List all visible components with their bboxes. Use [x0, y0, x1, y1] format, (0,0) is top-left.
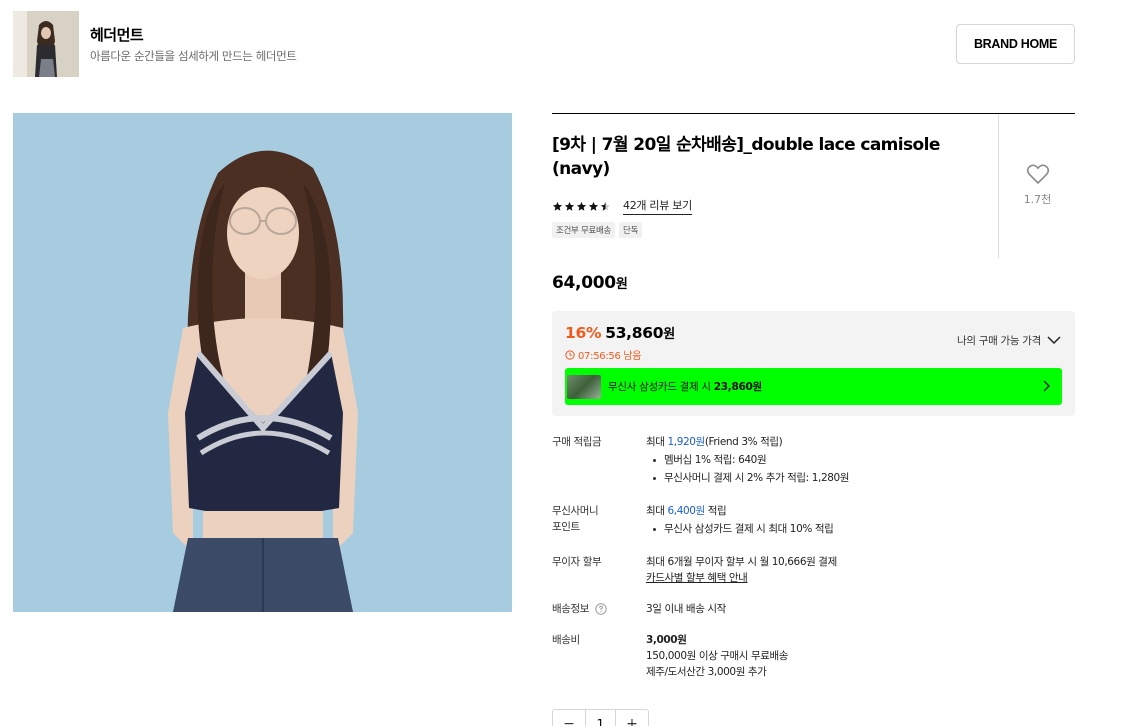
- star-icon: [564, 201, 575, 211]
- money-suffix: 적립: [707, 505, 727, 517]
- installment-link[interactable]: 카드사별 할부 혜택 안내: [646, 570, 837, 586]
- chevron-right-icon: [1043, 380, 1050, 392]
- shipping-fee-extra: 제주/도서산간 3,000원 추가: [646, 666, 767, 678]
- rating-row: 42개 리뷰 보기: [552, 197, 692, 215]
- money-label-line1: 무신사머니: [552, 505, 599, 517]
- star-icon: [588, 201, 599, 211]
- product-tags: 조건부 무료배송 단독: [552, 222, 643, 238]
- shipping-fee-amount: 3,000원: [646, 634, 687, 646]
- quantity-plus-button[interactable]: +: [616, 710, 648, 726]
- points-bullet: 멤버십 1% 적립: 640원: [646, 452, 849, 468]
- shipping-label: 배송정보: [552, 601, 607, 617]
- installment-label: 무이자 할부: [552, 556, 602, 568]
- product-image[interactable]: [13, 113, 512, 612]
- card-banner-text: 무신사 삼성카드 결제 시 23,860원: [608, 379, 762, 394]
- quantity-stepper: − 1 +: [552, 709, 649, 726]
- shipping-fee-label: 배송비: [552, 634, 580, 646]
- points-prefix: 최대: [646, 436, 665, 448]
- like-count: 1.7천: [1023, 193, 1052, 206]
- card-banner-label: 무신사 삼성카드 결제 시: [608, 381, 711, 393]
- sale-price-box: 16% 53,860원 07:56:56 남음 나의 구매 가능 가격 무신사 삼…: [552, 311, 1075, 416]
- like-button[interactable]: 1.7천: [1010, 163, 1065, 207]
- star-half-icon: [600, 201, 611, 211]
- original-price: 64,000원: [552, 273, 628, 293]
- sale-price: 53,860: [605, 324, 664, 342]
- question-circle-icon[interactable]: [595, 603, 607, 615]
- points-label: 구매 적립금: [552, 436, 602, 448]
- card-image: [567, 374, 601, 399]
- heart-icon[interactable]: [1026, 164, 1050, 189]
- money-label: 무신사머니 포인트: [552, 503, 599, 535]
- brand-logo-image[interactable]: [13, 11, 79, 77]
- sale-timer: 07:56:56 남음: [565, 347, 642, 362]
- shipping-fee-value: 3,000원 150,000원 이상 구매시 무료배송 제주/도서산간 3,00…: [646, 632, 788, 680]
- brand-name[interactable]: 헤더먼트: [90, 24, 144, 45]
- points-bullet: 무신사머니 결제 시 2% 추가 적립: 1,280원: [646, 470, 849, 486]
- quantity-minus-button[interactable]: −: [553, 710, 585, 726]
- top-divider: [552, 113, 1075, 114]
- brand-description: 아름다운 순간들을 섬세하게 만드는 헤더먼트: [90, 49, 297, 63]
- like-divider: [998, 114, 999, 258]
- installment-text: 최대 6개월 무이자 할부 시 월 10,666원 결제: [646, 556, 837, 568]
- my-price-toggle[interactable]: 나의 구매 가능 가격: [957, 333, 1061, 348]
- installment-value: 최대 6개월 무이자 할부 시 월 10,666원 결제 카드사별 할부 혜택 …: [646, 554, 837, 586]
- points-suffix: (Friend 3% 적립): [704, 436, 783, 448]
- tag-free-shipping: 조건부 무료배송: [552, 222, 616, 238]
- product-title: [9차 | 7월 20일 순차배송]_double lace camisole …: [552, 135, 940, 179]
- original-price-currency: 원: [615, 277, 628, 292]
- chevron-down-icon: [1047, 336, 1061, 345]
- money-value: 최대 6,400원 적립 무신사 삼성카드 결제 시 최대 10% 적립: [646, 503, 834, 537]
- discount-row: 16% 53,860원: [565, 323, 675, 342]
- shipping-label-text: 배송정보: [552, 603, 590, 615]
- money-label-line2: 포인트: [552, 521, 580, 533]
- timer-text: 07:56:56 남음: [578, 351, 642, 362]
- sale-price-currency: 원: [663, 327, 675, 342]
- brand-home-button[interactable]: BRAND HOME: [956, 24, 1075, 64]
- money-amount: 6,400원: [667, 505, 705, 517]
- original-price-value: 64,000: [552, 273, 616, 293]
- tag-exclusive: 단독: [619, 222, 643, 238]
- star-icon: [552, 201, 563, 211]
- shipping-value: 3일 이내 배송 시작: [646, 603, 726, 615]
- card-banner-price: 23,860원: [713, 381, 762, 393]
- points-value: 최대 1,920원(Friend 3% 적립) 멤버십 1% 적립: 640원 …: [646, 434, 849, 486]
- review-link[interactable]: 42개 리뷰 보기: [623, 197, 692, 215]
- star-icon: [576, 201, 587, 211]
- discount-rate: 16%: [565, 324, 602, 342]
- quantity-value[interactable]: 1: [585, 710, 616, 726]
- star-rating: [552, 201, 611, 212]
- card-benefit-banner[interactable]: 무신사 삼성카드 결제 시 23,860원: [565, 368, 1062, 405]
- points-amount: 1,920원: [667, 436, 705, 448]
- my-price-label: 나의 구매 가능 가격: [957, 335, 1041, 347]
- shipping-fee-free-condition: 150,000원 이상 구매시 무료배송: [646, 650, 789, 662]
- money-prefix: 최대: [646, 505, 665, 517]
- money-bullet: 무신사 삼성카드 결제 시 최대 10% 적립: [646, 521, 834, 537]
- clock-icon: [565, 349, 575, 360]
